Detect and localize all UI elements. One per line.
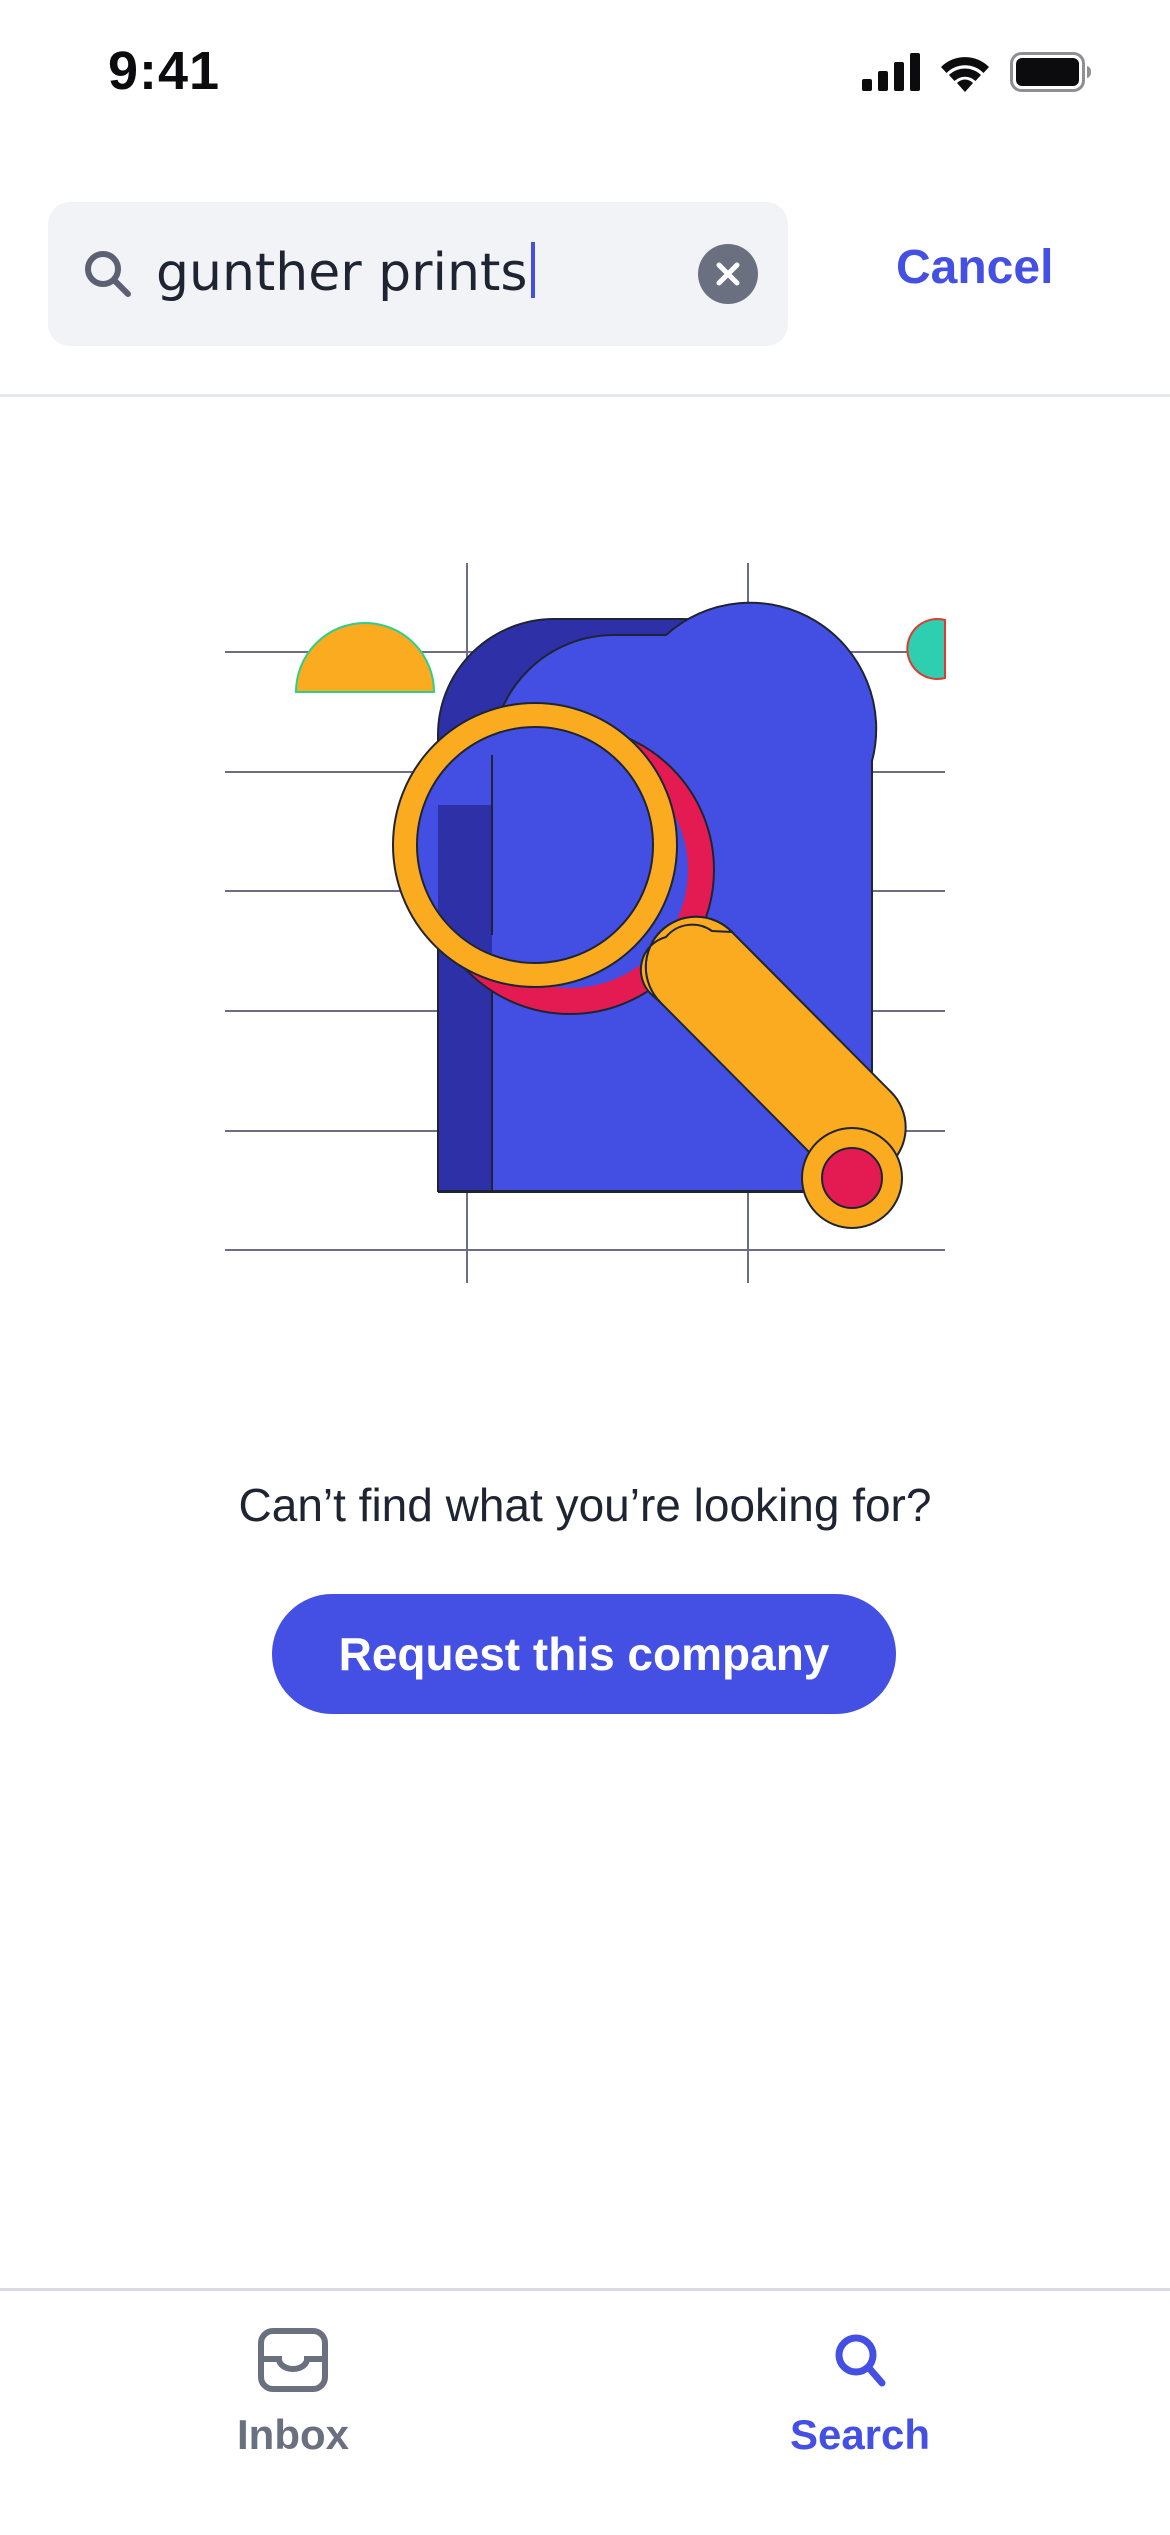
yellow-half-circle-shape [294, 622, 436, 693]
magnifying-glass-over-document-illustration [225, 563, 946, 1283]
status-bar: 9:41 [0, 0, 1170, 150]
inbox-tray-icon [258, 2328, 328, 2392]
search-icon [85, 251, 131, 297]
search-input[interactable]: gunther prints [156, 242, 536, 303]
tab-bar: Inbox Search [0, 2288, 1170, 2535]
clear-search-button[interactable] [698, 244, 758, 304]
wifi-icon [941, 57, 989, 92]
search-header: gunther prints Cancel [0, 190, 1170, 397]
tab-search[interactable]: Search [710, 2327, 1010, 2459]
search-field[interactable]: gunther prints [48, 202, 788, 346]
empty-state-message: Can’t find what you’re looking for? [238, 1479, 932, 1531]
tab-inbox[interactable]: Inbox [143, 2327, 443, 2459]
cellular-signal-icon [862, 53, 920, 91]
text-caret [531, 242, 536, 298]
search-input-text: gunther prints [156, 243, 528, 303]
tab-search-label: Search [789, 2411, 931, 2458]
clear-icon [716, 262, 740, 286]
battery-icon [1010, 52, 1091, 92]
teal-circle-shape [906, 618, 946, 680]
status-time: 9:41 [108, 41, 221, 101]
status-icons [862, 52, 1092, 92]
tab-inbox-label: Inbox [237, 2411, 349, 2458]
cancel-button[interactable]: Cancel [896, 240, 1053, 295]
request-company-button[interactable]: Request this company [272, 1594, 896, 1714]
search-icon [835, 2334, 886, 2387]
